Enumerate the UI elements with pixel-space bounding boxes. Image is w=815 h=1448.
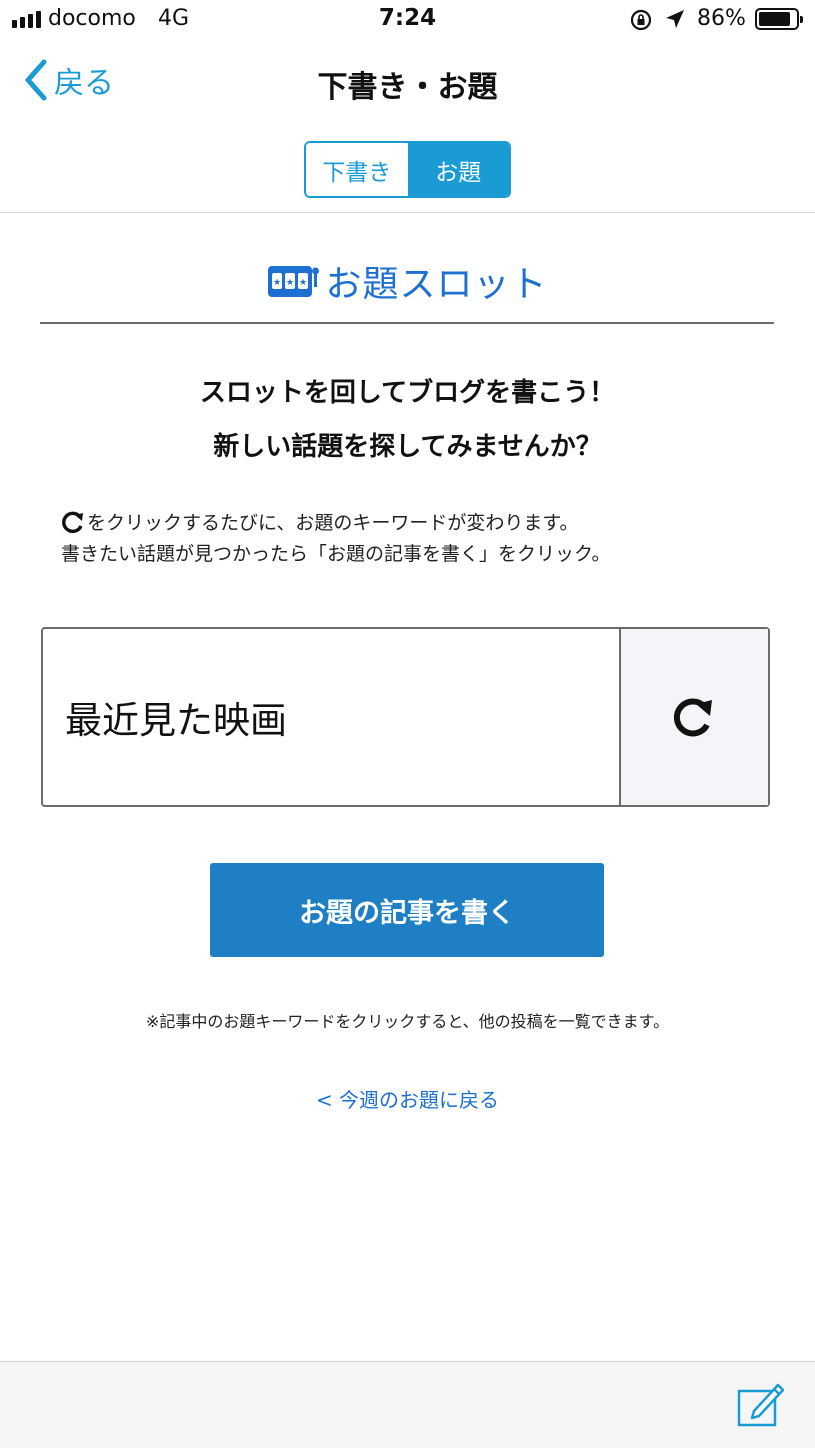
refresh-icon: [62, 511, 83, 533]
refresh-icon: [673, 698, 712, 737]
description-line1-text: をクリックするたびに、お題のキーワードが変わります。: [87, 512, 579, 534]
screen: docomo 4G 7:24 86% 戻る 下書き・お題 下書き お題 ★ ★ …: [0, 0, 815, 1448]
tab-drafts[interactable]: 下書き: [306, 143, 408, 196]
description-line2: 書きたい話題が見つかったら「お題の記事を書く」をクリック。: [61, 543, 611, 565]
tab-topics[interactable]: お題: [407, 143, 509, 196]
refresh-button[interactable]: [619, 629, 768, 805]
svg-text:★: ★: [299, 278, 307, 288]
page-title: 下書き・お題: [317, 70, 498, 105]
back-to-weekly-topic-link[interactable]: < 今週のお題に戻る: [0, 1084, 815, 1113]
svg-text:★: ★: [286, 278, 294, 288]
compose-icon[interactable]: [734, 1379, 786, 1429]
topic-keyword: 最近見た映画: [65, 699, 287, 742]
slot-header: ★ ★ ★ お題スロット: [0, 255, 815, 307]
description-line1: をクリックするたびに、お題のキーワードが変わります。: [61, 508, 579, 535]
write-topic-article-button[interactable]: お題の記事を書く: [210, 863, 604, 957]
orientation-lock-icon: [630, 9, 652, 31]
segmented-control: 下書き お題: [304, 141, 511, 198]
keyword-slot: 最近見た映画: [41, 627, 770, 807]
status-bar: docomo 4G 7:24 86%: [0, 0, 815, 40]
keyword-note: ※記事中のお題キーワードをクリックすると、他の投稿を一覧できます。: [145, 1012, 670, 1031]
svg-text:★: ★: [273, 278, 281, 288]
battery-percent: 86%: [697, 6, 746, 31]
bottom-toolbar: [0, 1361, 815, 1448]
clock: 7:24: [378, 5, 437, 31]
battery-icon: [755, 8, 803, 30]
slot-title: お題スロット: [325, 264, 548, 305]
slot-heading-line2: 新しい話題を探してみませんか？: [213, 432, 602, 462]
header-divider: [0, 212, 815, 213]
slot-machine-icon: ★ ★ ★: [268, 266, 320, 297]
location-icon: [666, 10, 684, 28]
slot-heading-line1: スロットを回してブログを書こう！: [199, 378, 616, 408]
slot-title-rule: [40, 322, 774, 324]
